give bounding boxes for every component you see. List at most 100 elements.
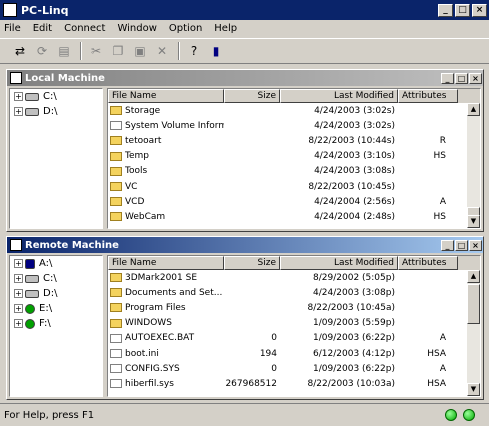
file-row[interactable]: VCD 4/24/2004 (2:56s) A [108, 194, 480, 209]
file-size: 194 [259, 348, 277, 359]
local-minimize-button[interactable]: _ [441, 72, 454, 84]
tree-node-c[interactable]: + C:\ [10, 271, 102, 286]
remote-maximize-button[interactable]: □ [455, 239, 468, 251]
local-scrollbar[interactable]: ▲ ▼ [467, 103, 480, 228]
tree-node-f[interactable]: + F:\ [10, 316, 102, 331]
help-icon[interactable]: ? [184, 41, 204, 61]
file-name: AUTOEXEC.BAT [125, 333, 195, 344]
file-row[interactable]: VC 8/22/2003 (10:45s) [108, 179, 480, 194]
scroll-up-arrow[interactable]: ▲ [467, 103, 480, 116]
scroll-thumb[interactable] [467, 284, 480, 324]
menu-edit[interactable]: Edit [33, 23, 52, 34]
expand-icon[interactable]: + [14, 304, 23, 313]
file-name: Program Files [125, 302, 186, 313]
file-row[interactable]: Tools 4/24/2003 (3:08s) [108, 164, 480, 179]
menu-window[interactable]: Window [117, 23, 156, 34]
local-maximize-button[interactable]: □ [455, 72, 468, 84]
file-name-cell: WINDOWS [108, 318, 224, 328]
delete-icon[interactable]: ✕ [152, 41, 172, 61]
file-row[interactable]: Storage 4/24/2003 (3:02s) [108, 103, 480, 118]
expand-icon[interactable]: + [14, 92, 23, 101]
file-row[interactable]: hiberfil.sys 267968512 8/22/2003 (10:03a) H… [108, 376, 480, 391]
file-row[interactable]: WINDOWS 1/09/2003 (5:59p) [108, 316, 480, 331]
col-header-attributes[interactable]: Attributes [398, 89, 458, 103]
remote-minimize-button[interactable]: _ [441, 239, 454, 251]
col-header-size[interactable]: Size [224, 256, 280, 270]
expand-icon[interactable]: + [14, 259, 23, 268]
title-bar: PC-Linq _ □ × [0, 0, 489, 20]
file-row[interactable]: WebCam 4/24/2004 (2:48s) HS [108, 209, 480, 224]
file-row[interactable]: Temp 4/24/2003 (3:10s) HS [108, 149, 480, 164]
file-icon [110, 349, 122, 359]
file-row[interactable]: Documents and Set... 4/24/2003 (3:08p) [108, 285, 480, 300]
file-name-cell: Documents and Set... [108, 288, 224, 298]
tree-node-d[interactable]: + D:\ [10, 104, 102, 119]
col-header-name[interactable]: File Name [108, 89, 224, 103]
scroll-down-arrow[interactable]: ▼ [467, 383, 480, 396]
menu-help[interactable]: Help [214, 23, 237, 34]
paste-icon[interactable]: ▣ [130, 41, 150, 61]
file-row[interactable]: Program Files 8/22/2003 (10:45a) [108, 300, 480, 315]
copy-icon[interactable]: ❐ [108, 41, 128, 61]
tree-node-e[interactable]: + E:\ [10, 301, 102, 316]
col-header-name[interactable]: File Name [108, 256, 224, 270]
tree-node-c[interactable]: + C:\ [10, 89, 102, 104]
file-row[interactable]: 3DMark2001 SE 8/29/2002 (5:05p) [108, 270, 480, 285]
file-icon [110, 364, 122, 374]
print-icon[interactable]: ▤ [54, 41, 74, 61]
file-attributes: HSA [427, 378, 446, 389]
file-size: 0 [271, 363, 277, 374]
remote-close-button[interactable]: × [469, 239, 482, 251]
menu-connect[interactable]: Connect [64, 23, 105, 34]
folder-icon [110, 303, 122, 313]
refresh-icon[interactable]: ⟳ [32, 41, 52, 61]
file-row[interactable]: boot.ini 194 6/12/2003 (4:12p) HSA [108, 346, 480, 361]
folder-icon [110, 166, 122, 176]
menu-option[interactable]: Option [169, 23, 202, 34]
toolbar-separator [178, 42, 180, 60]
folder-icon [110, 182, 122, 192]
col-header-modified[interactable]: Last Modified [280, 89, 398, 103]
connect-icon[interactable]: ⇄ [10, 41, 30, 61]
file-name: Storage [125, 105, 161, 116]
hard-drive-icon [25, 92, 39, 101]
file-row[interactable]: CONFIG.SYS 0 1/09/2003 (6:22p) A [108, 361, 480, 376]
expand-icon[interactable]: + [14, 107, 23, 116]
scroll-up-arrow[interactable]: ▲ [467, 270, 480, 283]
scroll-down-arrow[interactable]: ▼ [467, 215, 480, 228]
file-name: boot.ini [125, 348, 159, 359]
drive-label: A:\ [39, 258, 53, 269]
expand-icon[interactable]: + [14, 274, 23, 283]
file-name: Tools [125, 166, 148, 177]
tree-node-d[interactable]: + D:\ [10, 286, 102, 301]
file-row[interactable]: System Volume Information 4/24/2003 (3:02… [108, 118, 480, 133]
close-button[interactable]: × [472, 3, 487, 17]
col-header-size[interactable]: Size [224, 89, 280, 103]
file-row[interactable]: tetooart 8/22/2003 (10:44s) R [108, 133, 480, 148]
file-modified: 8/22/2003 (10:44s) [308, 135, 395, 146]
remote-panel-title: Remote Machine [25, 239, 119, 251]
local-close-button[interactable]: × [469, 72, 482, 84]
file-name-cell: Program Files [108, 303, 224, 313]
expand-icon[interactable]: + [14, 319, 23, 328]
menu-file[interactable]: File [4, 23, 21, 34]
remote-scrollbar[interactable]: ▲ ▼ [467, 270, 480, 396]
file-icon [110, 333, 122, 343]
local-panel-title: Local Machine [25, 72, 105, 84]
maximize-button[interactable]: □ [455, 3, 470, 17]
tree-node-a[interactable]: + A:\ [10, 256, 102, 271]
col-header-attributes[interactable]: Attributes [398, 256, 458, 270]
file-name: tetooart [125, 135, 162, 146]
cut-icon[interactable]: ✂ [86, 41, 106, 61]
minimize-button[interactable]: _ [438, 3, 453, 17]
file-attributes: R [439, 135, 446, 146]
file-name-cell: hiberfil.sys [108, 379, 224, 389]
remote-panel-titlebar: Remote Machine _ □ × [7, 237, 483, 253]
file-name: Documents and Set... [125, 287, 223, 298]
book-icon[interactable]: ▮ [206, 41, 226, 61]
file-row[interactable]: AUTOEXEC.BAT 0 1/09/2003 (6:22p) A [108, 331, 480, 346]
file-name: WINDOWS [125, 318, 172, 329]
expand-icon[interactable]: + [14, 289, 23, 298]
col-header-modified[interactable]: Last Modified [280, 256, 398, 270]
file-modified: 8/22/2003 (10:03a) [307, 378, 395, 389]
